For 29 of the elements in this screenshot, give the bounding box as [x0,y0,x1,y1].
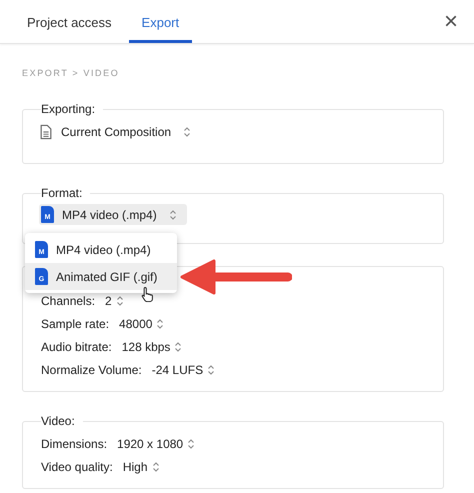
chevron-icon [187,438,196,450]
close-button[interactable]: × [428,0,474,43]
setting-label: Video quality: [41,460,113,474]
section-title: Format: [41,186,84,200]
setting-label: Dimensions: [41,436,108,450]
tab[interactable]: Project access [14,0,125,43]
chevron-icon [156,318,164,330]
section-title: Video: [41,414,76,428]
setting-label: Audio bitrate: [41,340,112,354]
document-icon [39,124,53,140]
setting-label: Channels: [41,294,96,308]
setting-select[interactable]: 2 [105,294,112,308]
chevron-icon [116,294,124,306]
setting-label: Normalize Volume: [41,362,142,376]
setting-select[interactable]: High [122,460,148,474]
setting-label: Sample rate: [41,316,110,330]
setting-select[interactable]: 1920 x 1080 [117,436,184,450]
chevron-icon [174,340,182,352]
section-title: Exporting: [41,102,96,116]
breadcrumb: EXPORT > VIDEO [22,68,120,78]
select-button[interactable]: Current Composition [39,120,198,144]
chevron-icon [168,208,177,220]
tab[interactable]: Export [128,0,192,43]
chevron-icon [152,460,160,472]
chevron-icon [183,126,192,138]
chevron-icon [207,364,216,376]
setting-select[interactable]: 128 kbps [122,340,170,354]
setting-select[interactable]: -24 LUFS [152,362,204,376]
setting-select[interactable]: 48000 [119,316,152,330]
